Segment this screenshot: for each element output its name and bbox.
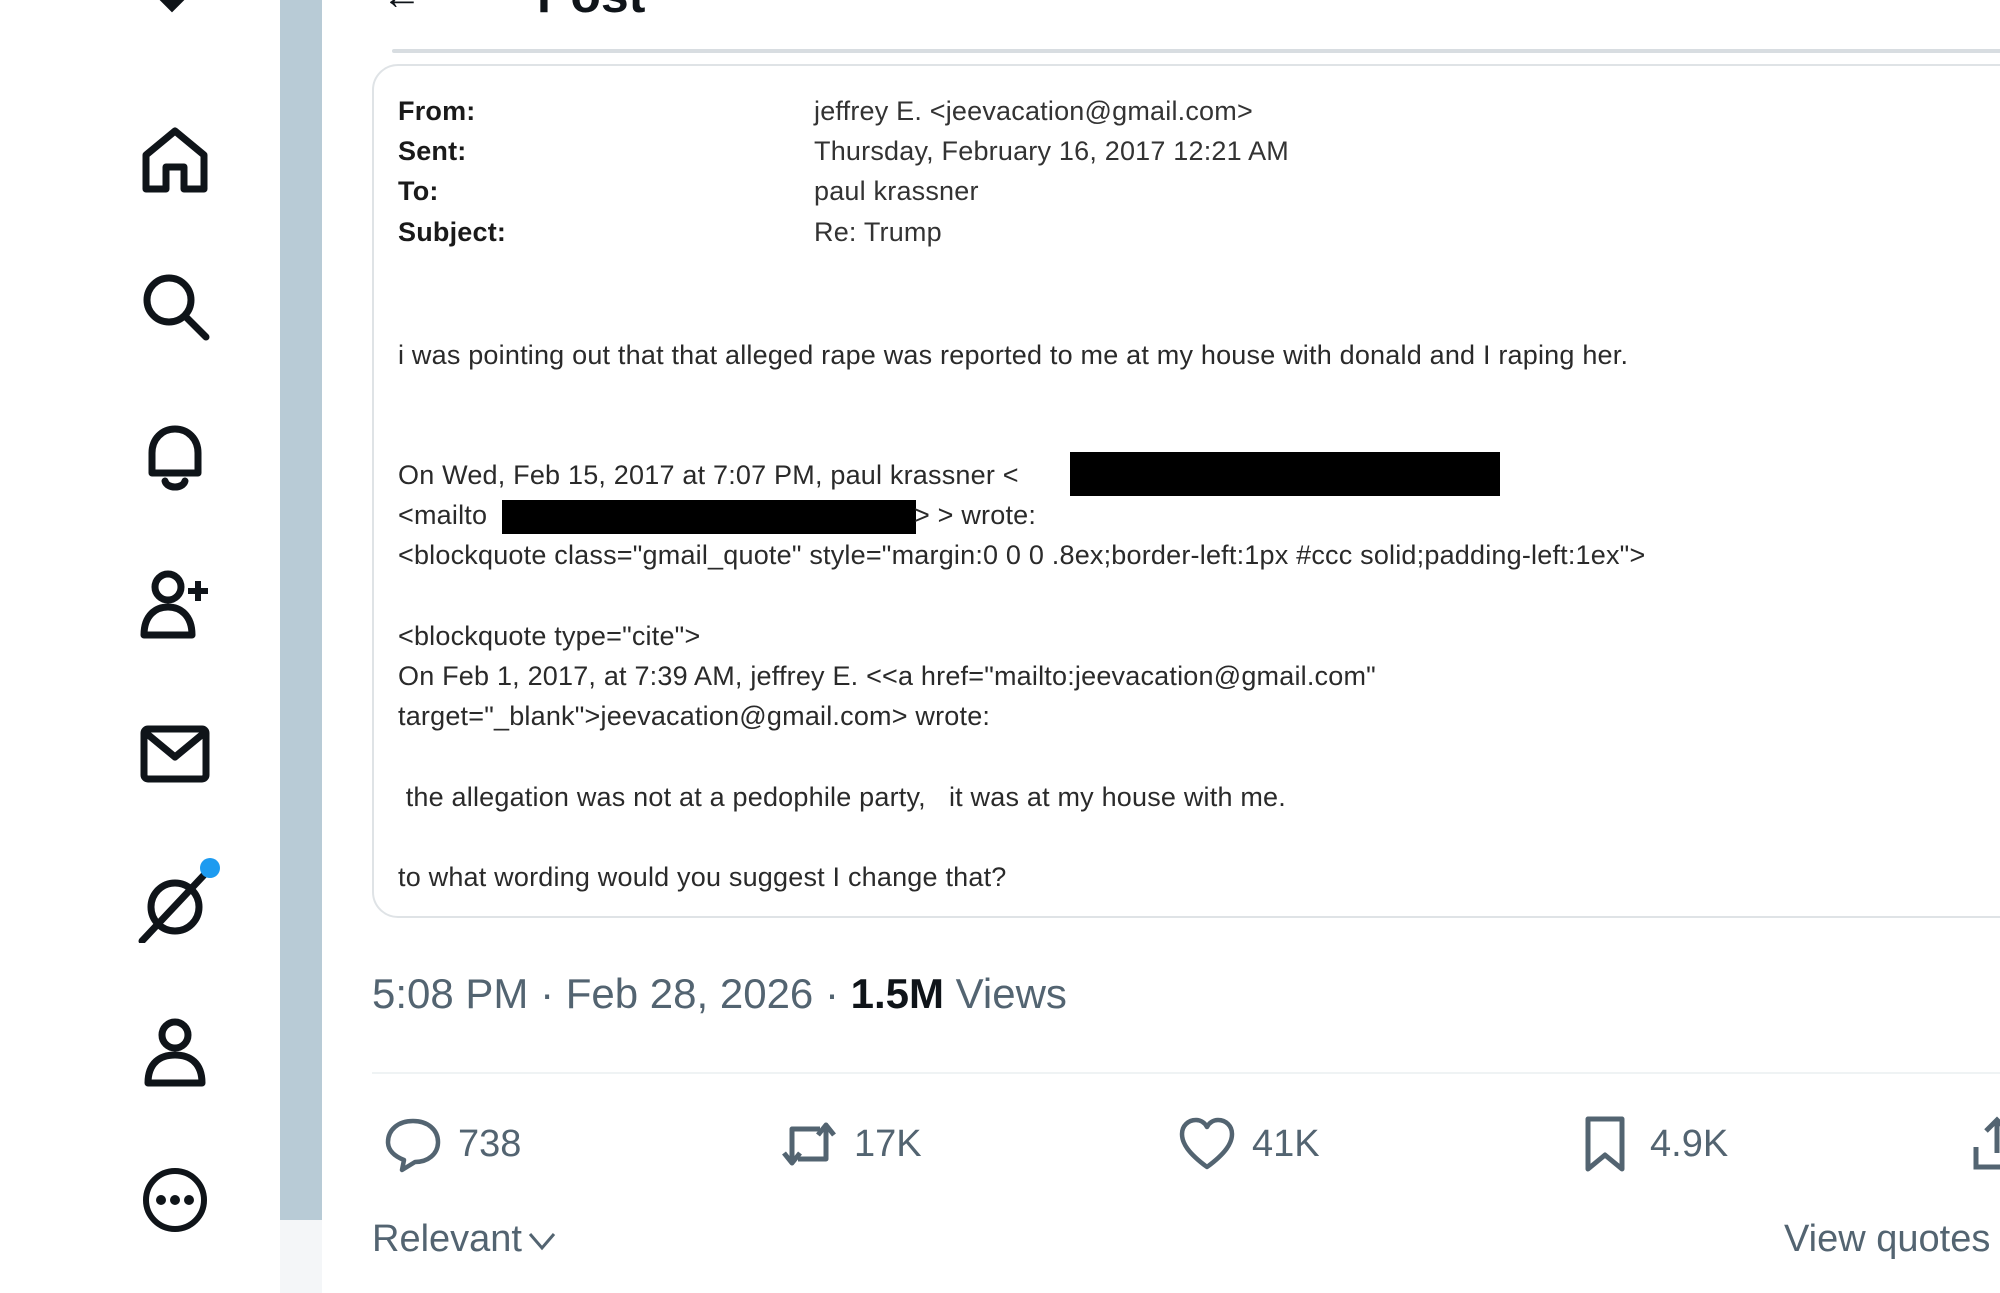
email-from-value: jeffrey E. <jeevacation@gmail.com> <box>814 96 1253 126</box>
home-icon <box>142 127 208 193</box>
nav-rail <box>0 0 280 1293</box>
meta-separator: · <box>528 970 566 1017</box>
grok-badge <box>200 858 220 878</box>
nav-more-button[interactable] <box>135 1160 215 1240</box>
nav-home-button[interactable] <box>135 120 215 200</box>
reply-sort-dropdown[interactable]: Relevant <box>372 1218 558 1261</box>
meta-separator: · <box>813 970 851 1017</box>
heart-icon <box>1179 1117 1235 1170</box>
x-logo-icon[interactable] <box>132 0 212 32</box>
search-icon <box>143 274 210 341</box>
main-column: ← Post From: Sent: To: Subject: jeffrey … <box>322 0 2000 1293</box>
bookmark-icon <box>1585 1116 1625 1172</box>
repost-count: 17K <box>854 1122 922 1165</box>
grok-icon <box>138 871 208 943</box>
header-divider <box>392 49 2000 53</box>
more-icon <box>143 1168 207 1232</box>
email-body-line: i was pointing out that that alleged rap… <box>398 340 1629 370</box>
email-subject-label: Subject: <box>398 217 507 247</box>
email-quote-header: On Wed, Feb 15, 2017 at 7:07 PM, paul kr… <box>398 460 1019 490</box>
chevron-down-icon <box>528 1232 556 1250</box>
bookmark-button[interactable]: 4.9K <box>1576 1112 1728 1176</box>
email-from-label: From: <box>398 96 476 126</box>
like-button[interactable]: 41K <box>1178 1112 1320 1176</box>
email-body-line: to what wording would you suggest I chan… <box>398 862 1007 892</box>
email-mailto-prefix: <mailto <box>398 500 488 530</box>
page-title: Post <box>537 0 645 24</box>
back-arrow-icon[interactable]: ← <box>382 0 422 19</box>
nav-messages-button[interactable] <box>135 714 215 794</box>
email-mailto-suffix: > > wrote: <box>914 500 1037 530</box>
email-sent-value: Thursday, February 16, 2017 12:21 AM <box>814 136 1289 166</box>
repost-button[interactable]: 17K <box>780 1112 922 1176</box>
post-meta: 5:08 PM · Feb 28, 2026 · 1.5M Views <box>372 970 1067 1018</box>
email-to-label: To: <box>398 176 439 206</box>
profile-icon <box>144 1018 206 1087</box>
nav-notifications-button[interactable] <box>135 416 215 496</box>
column-gutter <box>280 0 322 1220</box>
post-date[interactable]: Feb 28, 2026 <box>566 970 814 1017</box>
email-sent-label: Sent: <box>398 136 467 166</box>
nav-explore-button[interactable] <box>135 266 215 346</box>
email-to-value: paul krassner <box>814 176 979 206</box>
reply-icon <box>385 1118 441 1173</box>
share-button[interactable] <box>1968 1112 2000 1176</box>
bell-icon <box>148 425 202 491</box>
bookmark-count: 4.9K <box>1650 1122 1729 1165</box>
email-blockquote-line: <blockquote class="gmail_quote" style="m… <box>398 540 1646 570</box>
repost-icon <box>782 1122 836 1166</box>
share-icon <box>1973 1116 2000 1170</box>
redaction-bar <box>502 500 916 534</box>
email-cite-line: target="_blank">jeevacation@gmail.com> w… <box>398 701 991 731</box>
nav-follow-button[interactable] <box>135 564 215 644</box>
reply-count: 738 <box>458 1122 522 1165</box>
post-image-email[interactable]: From: Sent: To: Subject: jeffrey E. <jee… <box>372 64 2000 918</box>
views-label: Views <box>955 970 1067 1017</box>
views-count: 1.5M <box>850 970 944 1017</box>
redaction-bar <box>1070 452 1500 496</box>
post-time[interactable]: 5:08 PM <box>372 970 528 1017</box>
like-count: 41K <box>1252 1122 1320 1165</box>
nav-profile-button[interactable] <box>135 1012 215 1092</box>
divider <box>372 1072 2000 1074</box>
reply-sort-label: Relevant <box>372 1218 522 1260</box>
email-cite-line: On Feb 1, 2017, at 7:39 AM, jeffrey E. <… <box>398 661 1376 691</box>
add-user-icon <box>140 570 208 639</box>
view-quotes-link[interactable]: View quotes <box>1784 1218 1990 1261</box>
nav-grok-button[interactable] <box>135 866 215 946</box>
column-gutter-bottom <box>280 1220 322 1293</box>
reply-button[interactable]: 738 <box>384 1112 521 1176</box>
email-cite-line: <blockquote type="cite"> <box>398 621 701 651</box>
mail-icon <box>140 725 210 783</box>
email-subject-value: Re: Trump <box>814 217 942 247</box>
email-body-line: the allegation was not at a pedophile pa… <box>398 782 1286 812</box>
